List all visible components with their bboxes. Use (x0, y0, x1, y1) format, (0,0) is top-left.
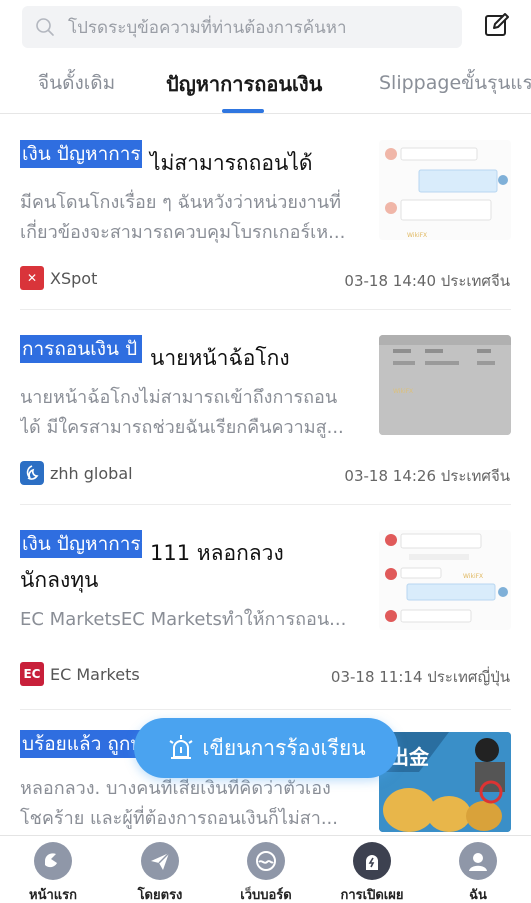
search-input[interactable]: โปรดระบุข้อความที่ท่านต้องการค้นหา (68, 14, 347, 41)
profile-icon (459, 842, 497, 880)
svg-text:WikiFX: WikiFX (393, 388, 413, 395)
broker-name: zhh global (50, 463, 133, 483)
edit-icon (484, 12, 510, 42)
broker-link[interactable]: ✕ XSpot (20, 265, 97, 291)
evidence-thumbnail[interactable]: WikiFX (379, 530, 511, 630)
xspot-logo-icon: ✕ (20, 266, 44, 290)
desc-line: โชคร้าย และผู้ที่ต้องการถอนเงินก็ไม่สา..… (20, 808, 338, 829)
category-tabs: จีนดั้งเดิม ปัญหาการถอนเงิน Slippageขั้น… (0, 56, 531, 114)
nav-direct[interactable]: โดยตรง (112, 842, 208, 903)
nav-label: หน้าแรก (29, 888, 77, 903)
nav-me[interactable]: ฉัน (430, 842, 526, 903)
search-icon (34, 16, 56, 38)
desc-line: มีคนโดนโกงเรื่อย ๆ ฉันหวังว่าหน่วยงานที่ (20, 192, 341, 213)
home-icon (34, 842, 72, 880)
send-icon (141, 842, 179, 880)
desc-line: นายหน้าฉ้อโกงไม่สามารถเข้าถึงการถอน (20, 387, 338, 408)
card-description: EC MarketsEC Marketsทำให้การถอน... (20, 605, 365, 635)
ec-markets-logo-icon: EC (20, 662, 44, 686)
broker-name: XSpot (50, 268, 98, 288)
nav-label: ฉัน (469, 888, 487, 903)
complaint-card[interactable]: เงิน ปัญหาการถ ไม่สามารถถอนได้ มีคนโดนโกง… (0, 115, 531, 310)
tab-severe-slippage[interactable]: Slippageขั้นรุนแร (379, 68, 531, 98)
compose-button[interactable] (482, 12, 512, 42)
card-description: นายหน้าฉ้อโกงไม่สามารถเข้าถึงการถอน ได้ … (20, 383, 365, 443)
nav-label: เว็บบอร์ด (240, 888, 292, 903)
desc-line: EC MarketsEC Marketsทำให้การถอน... (20, 609, 347, 630)
nav-home[interactable]: หน้าแรก (5, 842, 101, 903)
post-time-location: 03-18 11:14 ประเทศญี่ปุ่น (330, 668, 510, 686)
write-complaint-button[interactable]: เขียนการร้องเรียน (134, 718, 398, 778)
bottom-navigation: หน้าแรก โดยตรง เว็บบอร์ด การเปิดเผย ฉัน (0, 835, 531, 903)
forum-icon (247, 842, 285, 880)
card-title: 111 หลอกลวง (150, 541, 284, 565)
card-title: นายหน้าฉ้อโกง (150, 346, 290, 370)
category-tag: เงิน ปัญหาการถ (20, 140, 142, 168)
evidence-thumbnail[interactable]: WikiFX (379, 335, 511, 435)
nav-forum[interactable]: เว็บบอร์ด (218, 842, 314, 903)
tab-traditional-chinese[interactable]: จีนดั้งเดิม (38, 68, 115, 98)
card-title: ไม่สามารถถอนได้ (150, 151, 313, 175)
desc-line: ได้ มีใครสามารถช่วยฉันเรียกคืนความสู... (20, 417, 344, 438)
write-complaint-label: เขียนการร้องเรียน (202, 735, 366, 760)
card-title-row: การถอนเงิน ปั นายหน้าฉ้อโกง (20, 335, 290, 374)
category-tag: บร้อยแล้ว ถูกบ (20, 730, 142, 758)
exposure-icon (353, 842, 391, 880)
desc-line: หลอกลวง. บางคนที่เสียเงินที่คิดว่าตัวเอง (20, 778, 331, 799)
category-tag: การถอนเงิน ปั (20, 335, 142, 363)
card-title-row: บร้อยแล้ว ถูกบ (20, 730, 150, 769)
evidence-thumbnail[interactable]: WikiFX (379, 140, 511, 240)
tab-withdrawal-issue[interactable]: ปัญหาการถอนเงิน (166, 68, 322, 100)
card-title-continued: นักลงทุน (20, 568, 99, 592)
active-tab-indicator (222, 109, 264, 113)
broker-name: EC Markets (50, 664, 140, 684)
card-title-row: เงิน ปัญหาการถ ไม่สามารถถอนได้ (20, 140, 313, 179)
nav-exposure[interactable]: การเปิดเผย (324, 842, 420, 903)
svg-text:WikiFX: WikiFX (463, 573, 483, 580)
zhh-global-logo-icon (20, 461, 44, 485)
nav-label: การเปิดเผย (340, 888, 404, 903)
desc-line: เกี่ยวข้องจะสามารถควบคุมโบรกเกอร์เห... (20, 222, 346, 243)
search-bar[interactable]: โปรดระบุข้อความที่ท่านต้องการค้นหา (22, 6, 462, 48)
broker-link[interactable]: EC EC Markets (20, 661, 140, 687)
post-time-location: 03-18 14:26 ประเทศจีน (344, 467, 510, 485)
complaint-card[interactable]: เงิน ปัญหาการถ 111 หลอกลวง นักลงทุน EC Ma… (0, 505, 531, 710)
card-description: มีคนโดนโกงเรื่อย ๆ ฉันหวังว่าหน่วยงานที่… (20, 188, 365, 248)
svg-text:WikiFX: WikiFX (407, 232, 427, 239)
evidence-thumbnail[interactable]: 出金 (379, 732, 511, 832)
category-tag: เงิน ปัญหาการถ (20, 530, 142, 558)
complaint-card[interactable]: การถอนเงิน ปั นายหน้าฉ้อโกง นายหน้าฉ้อโกง… (0, 310, 531, 505)
nav-label: โดยตรง (137, 888, 183, 903)
broker-link[interactable]: zhh global (20, 460, 133, 486)
post-time-location: 03-18 14:40 ประเทศจีน (344, 272, 510, 290)
alarm-icon (166, 733, 196, 763)
card-description: หลอกลวง. บางคนที่เสียเงินที่คิดว่าตัวเอง… (20, 774, 365, 834)
